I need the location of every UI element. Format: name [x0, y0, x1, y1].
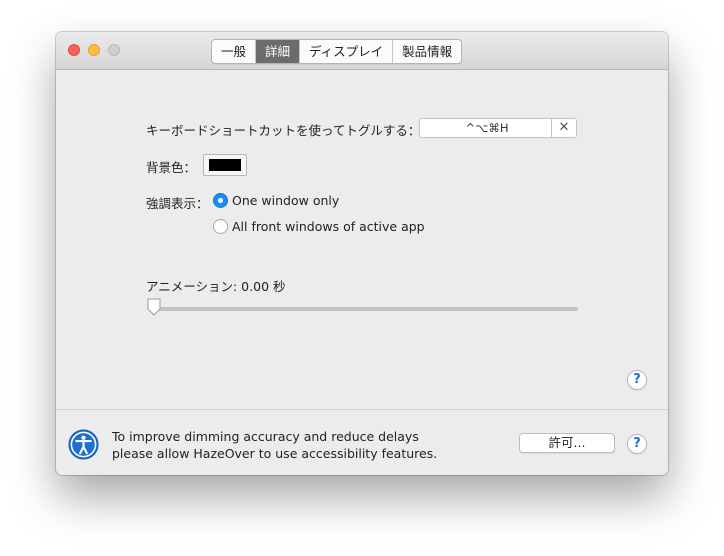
accessibility-message-line2: please allow HazeOver to use accessibili… [112, 446, 438, 461]
preferences-window: 一般 詳細 ディスプレイ 製品情報 キーボードショートカットを使ってトグルする：… [56, 32, 668, 475]
color-swatch [209, 159, 241, 171]
zoom-window-button[interactable] [108, 44, 120, 56]
accessibility-message-line1: To improve dimming accuracy and reduce d… [112, 429, 419, 444]
tab-display[interactable]: ディスプレイ [300, 40, 394, 63]
radio-one-window[interactable] [213, 193, 228, 208]
accessibility-message: To improve dimming accuracy and reduce d… [112, 428, 437, 462]
help-icon-bottom[interactable]: ? [627, 434, 647, 454]
minimize-window-button[interactable] [88, 44, 100, 56]
allow-button[interactable]: 許可... [519, 433, 615, 453]
highlight-label: 強調表示： [146, 196, 209, 211]
title-bar: 一般 詳細 ディスプレイ 製品情報 [56, 32, 668, 70]
shortcut-value: ^⌥⌘H [465, 121, 509, 135]
color-well[interactable] [203, 154, 247, 176]
animation-slider-track[interactable] [149, 307, 578, 311]
shortcut-label: キーボードショートカットを使ってトグルする： [146, 123, 421, 138]
accessibility-icon [68, 429, 99, 460]
shortcut-recorder[interactable]: ^⌥⌘H ✕ [419, 118, 577, 138]
animation-slider-thumb[interactable] [146, 298, 162, 316]
divider [56, 409, 668, 410]
tab-bar: 一般 詳細 ディスプレイ 製品情報 [211, 39, 463, 64]
background-color-label: 背景色： [146, 160, 197, 175]
radio-all-front-windows[interactable] [213, 219, 228, 234]
tab-general[interactable]: 一般 [212, 40, 257, 63]
close-window-button[interactable] [68, 44, 80, 56]
tab-advanced[interactable]: 詳細 [256, 40, 301, 63]
animation-label: アニメーション: 0.00 秒 [146, 279, 286, 294]
clear-shortcut-icon[interactable]: ✕ [551, 119, 576, 137]
tab-about[interactable]: 製品情報 [393, 40, 461, 63]
help-icon[interactable]: ? [627, 370, 647, 390]
radio-one-window-label[interactable]: One window only [232, 193, 339, 208]
radio-all-front-windows-label[interactable]: All front windows of active app [232, 219, 425, 234]
